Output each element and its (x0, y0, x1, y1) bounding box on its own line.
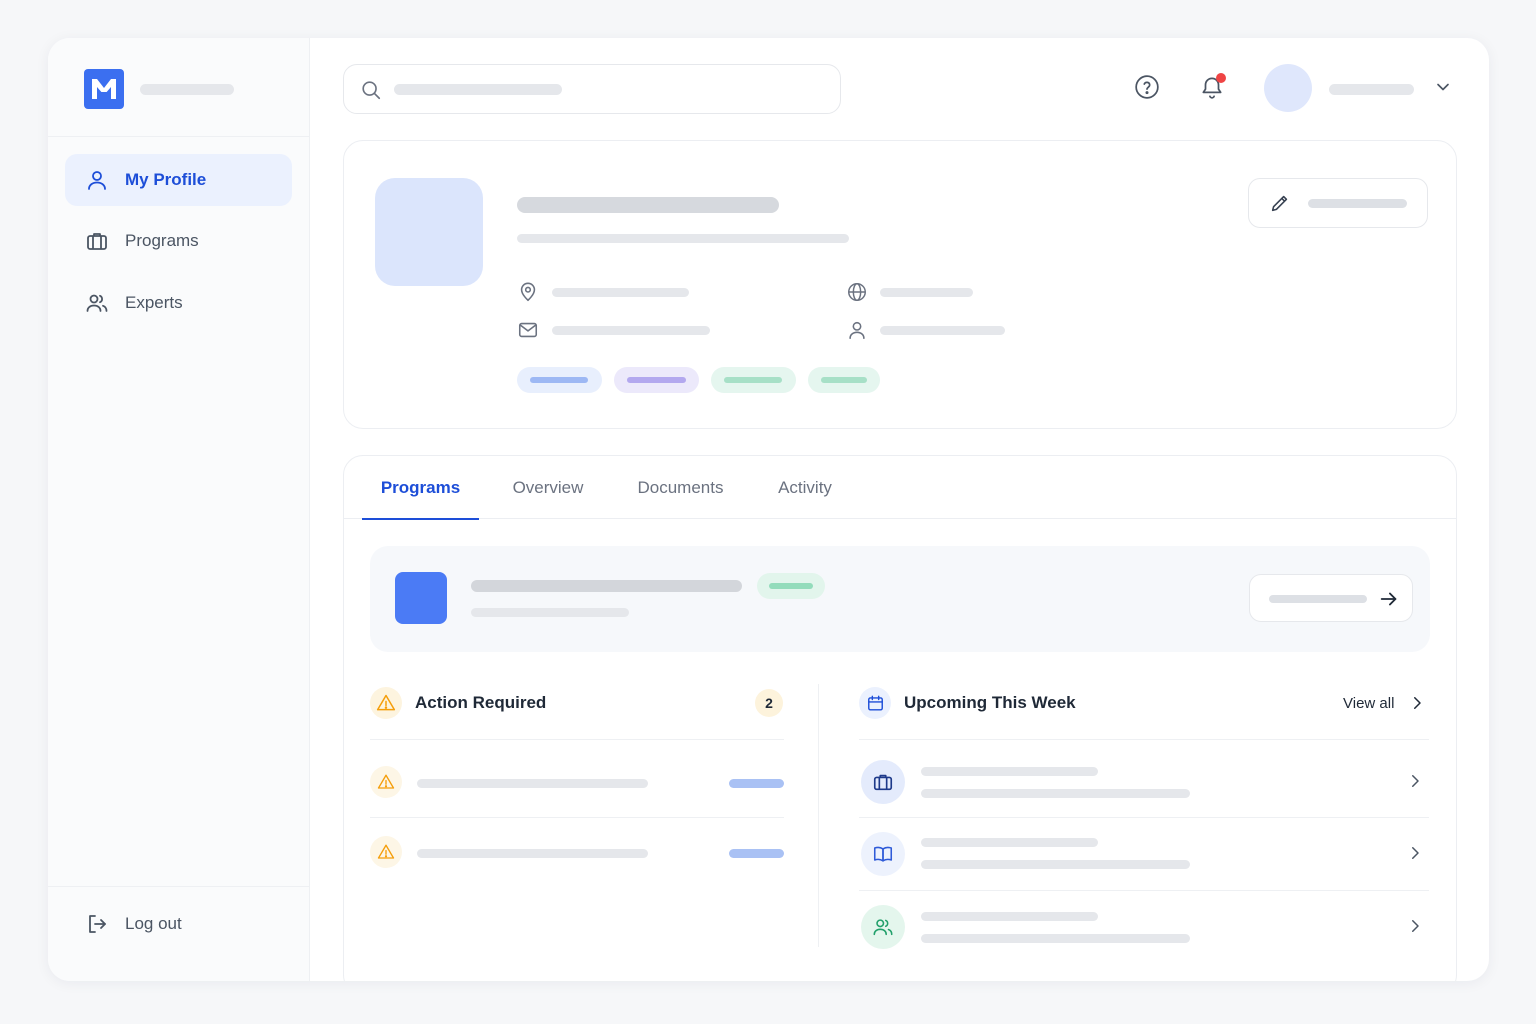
action-item[interactable] (370, 762, 784, 806)
profile-avatar (375, 178, 483, 286)
chevron-right-icon (1406, 772, 1424, 795)
upcoming-item[interactable] (859, 904, 1429, 954)
search-icon (360, 79, 382, 106)
action-item[interactable] (370, 832, 784, 876)
tag-chip (808, 367, 880, 393)
sidebar-item-programs[interactable]: Programs (65, 215, 292, 267)
upcoming-item[interactable] (859, 757, 1429, 807)
edit-button-label-placeholder (1308, 199, 1407, 208)
logout-label: Log out (125, 914, 182, 933)
notifications-button[interactable] (1196, 73, 1228, 105)
upcoming-item[interactable] (859, 830, 1429, 880)
location-pin-icon (517, 281, 539, 303)
app-logo[interactable] (84, 69, 124, 109)
divider (370, 739, 784, 740)
book-icon (861, 832, 905, 876)
chevron-right-icon (1406, 917, 1424, 940)
warning-icon (370, 836, 402, 868)
program-subtitle-placeholder (471, 608, 629, 617)
profile-subtitle-placeholder (517, 234, 849, 243)
action-required-title: Action Required (415, 693, 547, 712)
column-divider (818, 684, 819, 947)
upcoming-item-title-placeholder (921, 767, 1098, 776)
upcoming-item-subtitle-placeholder (921, 860, 1190, 869)
divider (859, 817, 1429, 818)
divider (370, 817, 784, 818)
brand-name-placeholder (140, 84, 234, 95)
users-icon (85, 291, 109, 315)
help-button[interactable] (1131, 73, 1163, 105)
globe-icon (846, 281, 868, 303)
open-program-label-placeholder (1269, 595, 1367, 603)
divider (859, 890, 1429, 891)
profile-name-placeholder (517, 197, 779, 213)
upcoming-title: Upcoming This Week (904, 693, 1076, 712)
sidebar-item-label: Programs (125, 231, 199, 250)
users-icon (861, 905, 905, 949)
program-summary (370, 546, 1430, 652)
sidebar-item-label: Experts (125, 293, 183, 312)
upcoming-item-title-placeholder (921, 912, 1098, 921)
chevron-right-icon (1406, 844, 1424, 867)
action-count-badge: 2 (755, 689, 783, 717)
mail-icon (517, 319, 539, 341)
divider (859, 739, 1429, 740)
logout-button[interactable]: Log out (65, 898, 292, 950)
action-item-link-placeholder (729, 779, 784, 788)
profile-card (343, 140, 1457, 429)
user-name-placeholder (1329, 84, 1414, 95)
warning-icon (370, 687, 402, 719)
calendar-icon (859, 687, 891, 719)
person-icon (846, 319, 868, 341)
upcoming-item-title-placeholder (921, 838, 1098, 847)
briefcase-icon (861, 760, 905, 804)
tab-bar: Programs Overview Documents Activity (344, 456, 1456, 520)
warning-icon (370, 766, 402, 798)
view-all-label: View all (1343, 694, 1395, 712)
website-placeholder (880, 288, 973, 297)
sidebar-footer: Log out (48, 886, 310, 981)
upcoming-item-subtitle-placeholder (921, 789, 1190, 798)
briefcase-icon (85, 229, 109, 253)
sidebar: My Profile Programs Experts Log out (48, 38, 310, 981)
notification-dot (1216, 73, 1226, 83)
tag-chip (711, 367, 796, 393)
program-thumbnail (395, 572, 447, 624)
help-icon (1134, 74, 1160, 105)
action-item-link-placeholder (729, 849, 784, 858)
search-input[interactable] (343, 64, 841, 114)
sidebar-item-experts[interactable]: Experts (65, 277, 292, 329)
upcoming-item-subtitle-placeholder (921, 934, 1190, 943)
logout-icon (85, 912, 109, 936)
user-avatar[interactable] (1264, 64, 1312, 112)
chevron-down-icon (1433, 77, 1453, 102)
tag-chip (614, 367, 699, 393)
chevron-right-icon (1408, 694, 1426, 712)
edit-profile-button[interactable] (1248, 178, 1428, 228)
tab-overview[interactable]: Overview (499, 456, 597, 519)
sidebar-item-my-profile[interactable]: My Profile (65, 154, 292, 206)
brand-header (48, 38, 310, 137)
action-item-text-placeholder (417, 779, 648, 788)
tag-chip (517, 367, 602, 393)
user-icon (85, 168, 109, 192)
program-title-placeholder (471, 580, 742, 592)
email-placeholder (552, 326, 710, 335)
tab-programs[interactable]: Programs (362, 456, 479, 520)
tab-documents[interactable]: Documents (624, 456, 737, 519)
arrow-right-icon (1378, 588, 1400, 615)
open-program-button[interactable] (1249, 574, 1413, 622)
content-card: Programs Overview Documents Activity Act… (343, 455, 1457, 981)
program-status-badge (757, 573, 825, 599)
view-all-link[interactable]: View all (1343, 694, 1426, 712)
role-placeholder (880, 326, 1005, 335)
tab-activity[interactable]: Activity (764, 456, 846, 519)
search-placeholder (394, 84, 562, 95)
location-placeholder (552, 288, 689, 297)
user-menu-toggle[interactable] (1427, 73, 1459, 105)
pencil-icon (1269, 192, 1291, 219)
sidebar-item-label: My Profile (125, 170, 207, 189)
action-item-text-placeholder (417, 849, 648, 858)
app-window: My Profile Programs Experts Log out Prog… (48, 38, 1489, 981)
